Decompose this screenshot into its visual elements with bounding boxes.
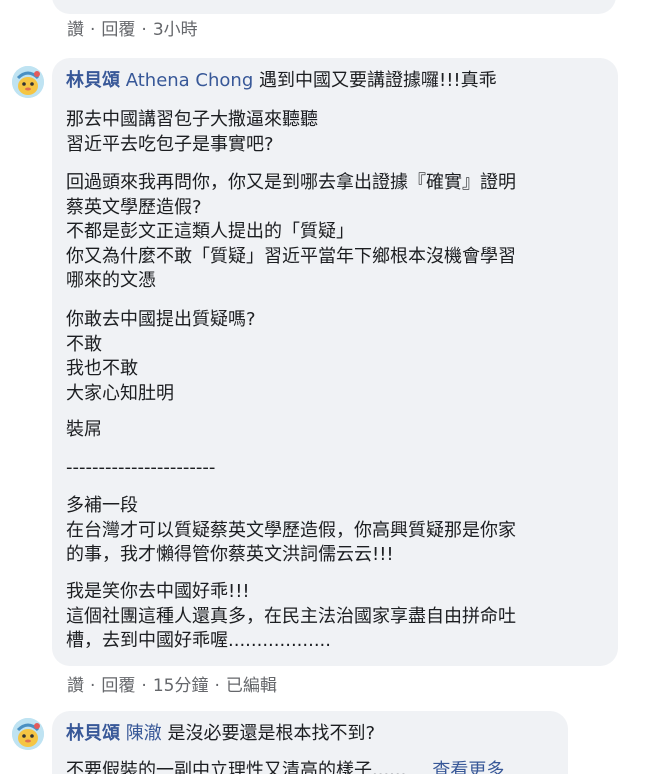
separator-dot: · xyxy=(90,20,96,40)
comment-paragraph: 你敢去中國提出質疑嗎? 不敢 我也不敢 大家心知肚明 xyxy=(66,308,256,406)
author-name[interactable]: 林貝頌 xyxy=(66,70,120,91)
comment-line: 我也不敢 xyxy=(66,358,138,379)
mention-tag[interactable]: 陳澈 xyxy=(126,723,162,744)
avatar-illustration-icon xyxy=(12,718,44,750)
avatar[interactable] xyxy=(12,66,44,98)
like-link[interactable]: 讚 xyxy=(67,676,84,696)
comment-line: 大家心知肚明 xyxy=(66,382,174,404)
comment-header: 林貝頌 陳澈 是沒必要還是根本找不到? xyxy=(66,721,375,747)
comment-line: 多補一段 xyxy=(66,495,138,516)
avatar[interactable] xyxy=(12,718,44,750)
comment-line: 回過頭來我再問你，你又是到哪去拿出證據『確實』證明 xyxy=(66,172,516,193)
separator-dot: · xyxy=(141,676,147,696)
comment-line: 你又為什麼不敢「質疑」習近平當年下鄉根本沒機會學習 xyxy=(66,245,516,267)
comment-line: 哪來的文憑 xyxy=(66,270,156,291)
timestamp-link[interactable]: 3小時 xyxy=(153,20,198,40)
comment-paragraph: 不要假裝的一副中立理性又清高的樣子...... 查看更多 xyxy=(66,759,504,774)
comment-line: 裝屌 xyxy=(66,419,102,440)
like-link[interactable]: 讚 xyxy=(67,20,84,40)
see-more-link[interactable]: 查看更多 xyxy=(432,760,504,774)
timestamp-link[interactable]: 15分鐘 xyxy=(153,676,209,696)
separator-dot: · xyxy=(214,676,220,696)
comment-bubble: 林貝頌 Athena Chong 遇到中國又要講證據囉!!!真乖 那去中國講習包… xyxy=(52,58,618,666)
comment-paragraph: 多補一段 在台灣才可以質疑蔡英文學歷造假，你高興質疑那是你家 的事，我才懶得管你… xyxy=(66,494,516,568)
comment-bubble: 林貝頌 陳澈 是沒必要還是根本找不到? 不要假裝的一副中立理性又清高的樣子...… xyxy=(52,711,568,774)
comment-line: 不都是彭文正這類人提出的「質疑」 xyxy=(66,221,354,242)
edited-label[interactable]: 已編輯 xyxy=(226,676,277,696)
comment-line: 槽，去到中國好乖喔.................. xyxy=(66,630,331,651)
comment-line: 我是笑你去中國好乖!!! xyxy=(66,581,250,602)
comment-line: ----------------------- xyxy=(66,457,216,478)
comment-paragraph: 回過頭來我再問你，你又是到哪去拿出證據『確實』證明 蔡英文學歷造假? 不都是彭文… xyxy=(66,171,516,294)
separator-dot: · xyxy=(141,20,147,40)
comment-line: 在台灣才可以質疑蔡英文學歷造假，你高興質疑那是你家 xyxy=(66,519,516,541)
comment-line: 不敢 xyxy=(66,333,102,355)
avatar-illustration-icon xyxy=(12,66,44,98)
previous-comment-actions: 讚 · 回覆 · 3小時 xyxy=(67,15,198,40)
comment-paragraph: 裝屌 xyxy=(66,418,102,443)
reply-link[interactable]: 回覆 xyxy=(101,676,135,696)
previous-comment-bubble xyxy=(52,0,616,14)
comment-line: 那去中國講習包子大撒逼來聽聽 xyxy=(66,109,318,130)
comment-header: 林貝頌 Athena Chong 遇到中國又要講證據囉!!!真乖 xyxy=(66,68,497,94)
comment-line: 不要假裝的一副中立理性又清高的樣子...... 查看更多 xyxy=(66,759,504,774)
comment-line: 的事，我才懶得管你蔡英文洪詞儒云云!!! xyxy=(66,544,394,565)
comment-paragraph: 那去中國講習包子大撒逼來聽聽 習近平去吃包子是事實吧? xyxy=(66,108,318,157)
separator-dot: · xyxy=(90,676,96,696)
comment-line: 這個社團這種人還真多，在民主法治國家享盡自由拼命吐 xyxy=(66,605,516,627)
comment-line-text: 不要假裝的一副中立理性又清高的樣子...... xyxy=(66,760,407,774)
comment-line: 習近平去吃包子是事實吧? xyxy=(66,133,274,155)
comment-first-line: 是沒必要還是根本找不到? xyxy=(167,723,376,744)
mention-tag[interactable]: Athena Chong xyxy=(126,70,254,91)
comment-first-line: 遇到中國又要講證據囉!!!真乖 xyxy=(259,70,497,91)
comment-thread: 讚 · 回覆 · 3小時 林貝頌 Athena Chong 遇到中國又要講證據囉!!!真… xyxy=(0,0,656,774)
comment-divider: ----------------------- xyxy=(66,456,215,481)
comment-line: 蔡英文學歷造假? xyxy=(66,196,202,218)
comment-line: 你敢去中國提出質疑嗎? xyxy=(66,309,256,330)
reply-link[interactable]: 回覆 xyxy=(101,20,135,40)
author-name[interactable]: 林貝頌 xyxy=(66,723,120,744)
comment-paragraph: 我是笑你去中國好乖!!! 這個社團這種人還真多，在民主法治國家享盡自由拼命吐 槽… xyxy=(66,580,516,654)
comment-actions: 讚 · 回覆 · 15分鐘 · 已編輯 xyxy=(67,671,277,696)
